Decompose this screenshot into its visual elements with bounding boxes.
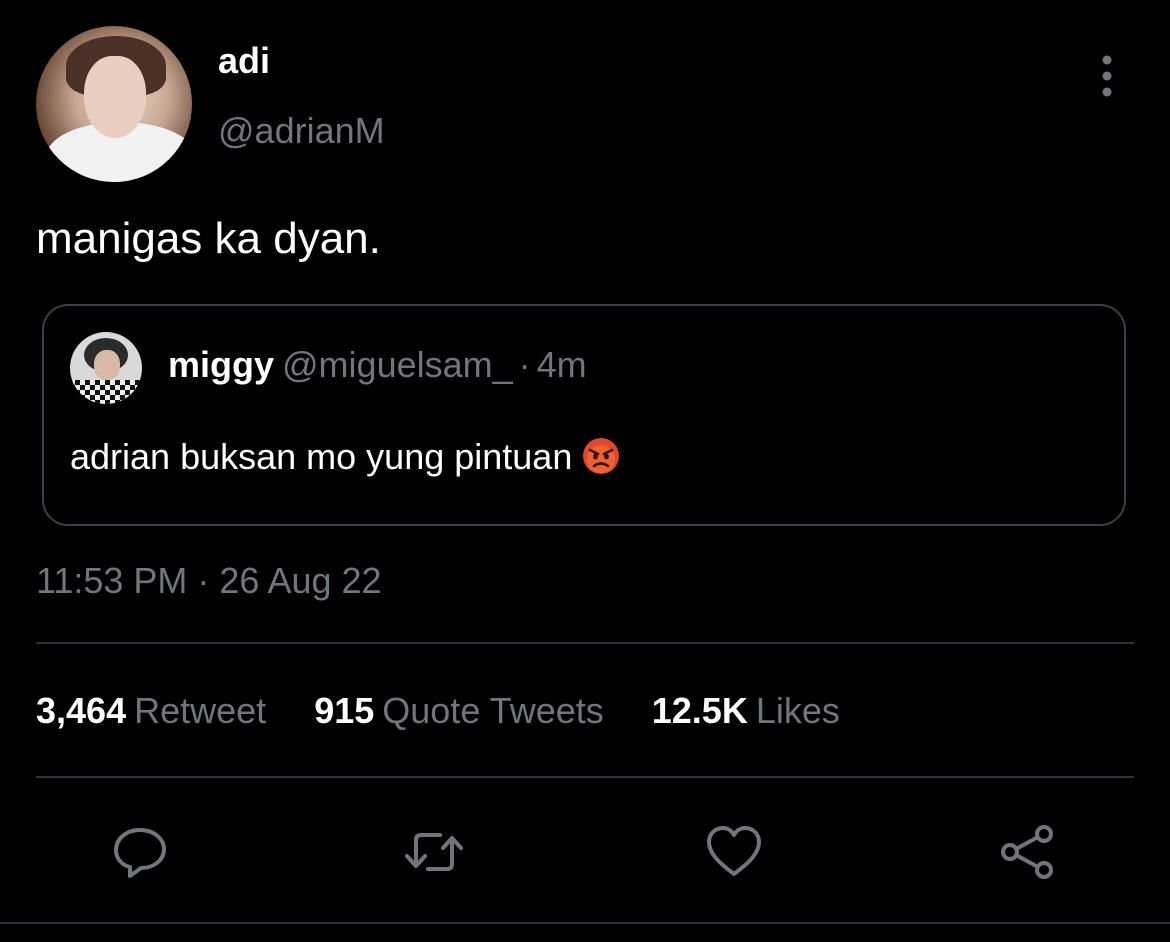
author-display-name[interactable]: adi [218, 40, 270, 82]
avatar-face [84, 56, 146, 138]
quoted-tweet-text: adrian buksan mo yung pintuan [70, 436, 573, 477]
author-handle[interactable]: @adrianM [218, 110, 385, 152]
divider [36, 776, 1134, 778]
bottom-divider [0, 922, 1170, 924]
author-avatar[interactable] [36, 26, 192, 182]
retweet-label: Retweet [134, 690, 267, 731]
quoted-tweet-time: 4m [536, 344, 587, 385]
engagement-stats: 3,464 Retweet 915 Quote Tweets 12.5K Likes [36, 690, 878, 732]
quote-tweets-label: Quote Tweets [382, 690, 604, 731]
quoted-author-avatar [70, 332, 142, 404]
like-button[interactable] [704, 822, 764, 882]
quoted-tweet-card[interactable]: miggy @miguelsam_ · 4m adrian buksan mo yun… [42, 304, 1126, 526]
likes-label: Likes [755, 690, 840, 731]
reply-icon [114, 828, 166, 878]
share-button[interactable] [998, 822, 1058, 882]
tweet-text: manigas ka dyan. [36, 214, 381, 263]
likes-count: 12.5K [651, 690, 748, 731]
quoted-author-name: miggy [168, 344, 275, 385]
share-icon [1001, 825, 1053, 879]
like-heart-icon [707, 826, 761, 876]
quoted-author-handle: @miguelsam_ [282, 344, 513, 385]
likes-stat[interactable]: 12.5K Likes [652, 690, 840, 731]
quote-tweets-stat[interactable]: 915 Quote Tweets [314, 690, 604, 731]
quoted-tweet-header: miggy @miguelsam_ · 4m [168, 344, 587, 386]
retweet-stat[interactable]: 3,464 Retweet [36, 690, 266, 731]
retweet-button[interactable] [404, 822, 464, 882]
angry-face-emoji [582, 437, 620, 475]
retweet-count: 3,464 [36, 690, 127, 731]
retweet-icon [405, 833, 463, 871]
divider [36, 642, 1134, 644]
reply-button[interactable] [110, 822, 170, 882]
tweet-timestamp[interactable]: 11:53 PM · 26 Aug 22 [36, 560, 382, 602]
quoted-header-separator: · [518, 344, 531, 385]
quoted-avatar-face [94, 350, 120, 380]
quoted-tweet-text-line: adrian buksan mo yung pintuan [70, 436, 620, 478]
more-options-icon[interactable] [1094, 54, 1120, 98]
quoted-avatar-shirt [70, 380, 142, 404]
quote-tweets-count: 915 [314, 690, 375, 731]
